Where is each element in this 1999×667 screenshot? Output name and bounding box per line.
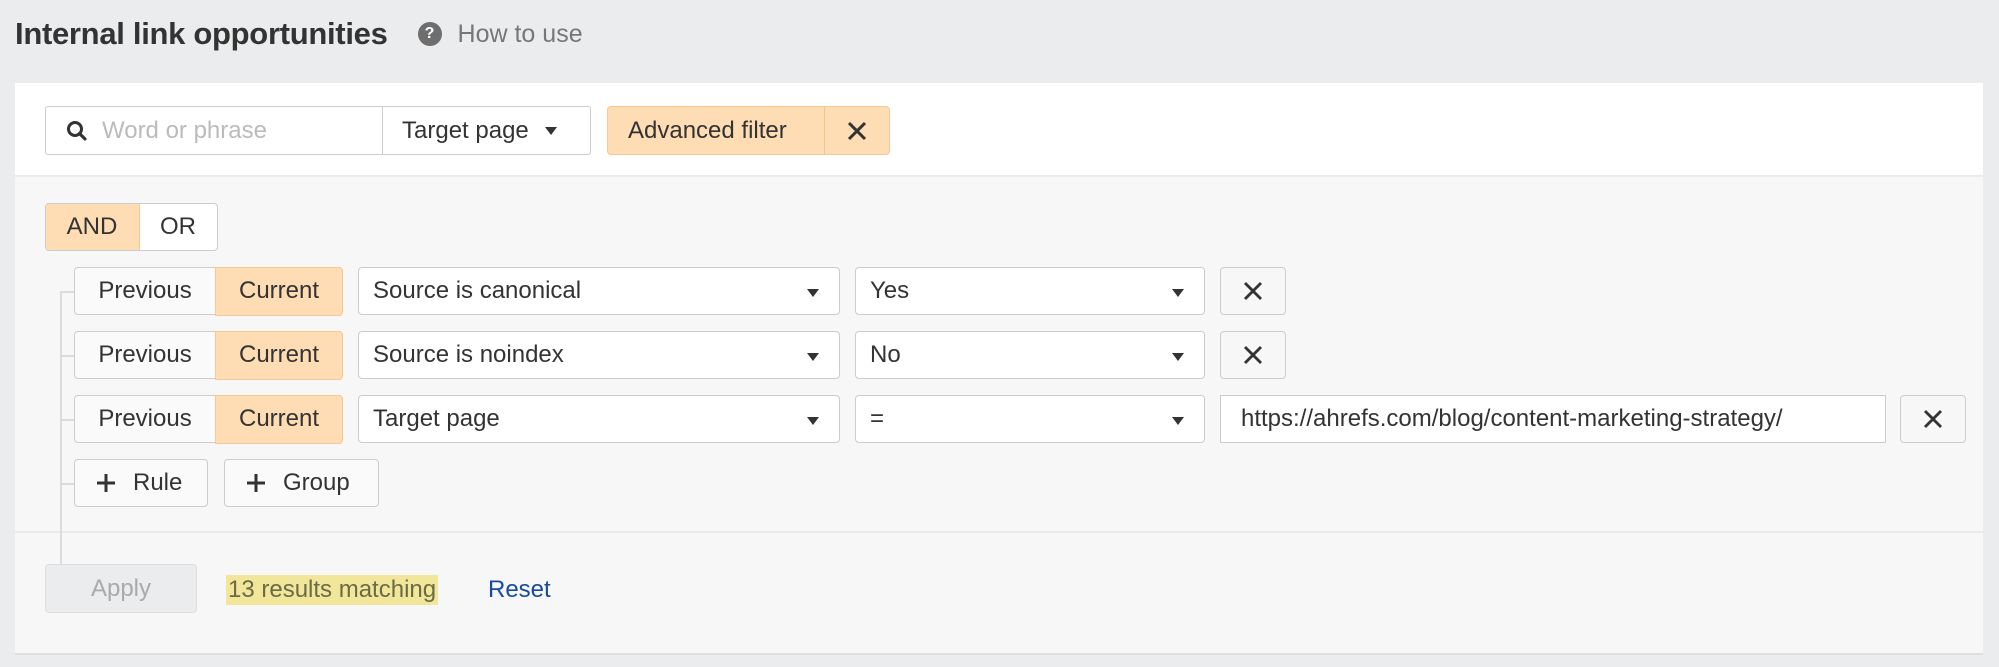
close-icon xyxy=(1244,346,1262,364)
period-current-option[interactable]: Current xyxy=(215,266,343,316)
period-toggle: Previous Current xyxy=(74,266,343,316)
rule-operator-select[interactable]: No xyxy=(855,331,1205,379)
how-to-use-label: How to use xyxy=(457,19,583,48)
search-group: Target page xyxy=(45,106,591,155)
how-to-use-link[interactable]: ? How to use xyxy=(417,19,583,49)
caret-down-icon xyxy=(807,289,819,297)
rule-field-value: Target page xyxy=(373,405,500,432)
period-toggle: Previous Current xyxy=(74,394,343,444)
close-icon xyxy=(847,121,867,140)
caret-down-icon xyxy=(1172,417,1184,425)
period-current-option[interactable]: Current xyxy=(215,394,343,444)
caret-down-icon xyxy=(544,126,557,135)
rule-operator-value: Yes xyxy=(870,277,910,304)
rule-operator-value: No xyxy=(870,341,901,368)
filter-toolbar: Target page Advanced filter xyxy=(15,83,1983,177)
filter-panel: Target page Advanced filter AND OR Previ… xyxy=(15,83,1983,653)
tree-connector xyxy=(60,419,74,421)
search-field[interactable] xyxy=(45,106,383,155)
remove-rule-button[interactable] xyxy=(1900,395,1966,443)
page-title: Internal link opportunities xyxy=(15,16,388,51)
rule-field-select[interactable]: Target page xyxy=(358,395,840,443)
caret-down-icon xyxy=(1172,289,1184,297)
filter-footer: Apply 13 results matching Reset xyxy=(15,533,1983,649)
search-icon xyxy=(67,120,87,141)
tree-connector xyxy=(60,355,74,357)
add-group-button[interactable]: Group xyxy=(224,459,379,507)
advanced-filter-button[interactable]: Advanced filter xyxy=(608,107,825,154)
rule-field-value: Source is canonical xyxy=(373,277,582,304)
period-toggle: Previous Current xyxy=(74,330,343,380)
rule-value-input[interactable] xyxy=(1220,395,1886,443)
close-icon xyxy=(1244,282,1262,300)
logic-and-option[interactable]: AND xyxy=(45,204,140,250)
caret-down-icon xyxy=(807,353,819,361)
logic-or-option[interactable]: OR xyxy=(140,204,217,250)
question-circle-icon: ? xyxy=(417,22,442,46)
caret-down-icon xyxy=(1172,353,1184,361)
close-icon xyxy=(1924,410,1942,428)
rule-operator-select[interactable]: Yes xyxy=(855,267,1205,315)
apply-button[interactable]: Apply xyxy=(45,564,197,613)
search-input[interactable] xyxy=(102,116,362,145)
scope-select[interactable]: Target page xyxy=(383,106,591,155)
filter-builder: AND OR Previous Current Source is canoni… xyxy=(15,177,1983,572)
rule-field-select[interactable]: Source is noindex xyxy=(358,331,840,379)
period-previous-option[interactable]: Previous xyxy=(75,332,215,378)
rule-operator-select[interactable]: = xyxy=(855,395,1205,443)
advanced-filter-chip: Advanced filter xyxy=(607,106,890,155)
scope-select-value: Target page xyxy=(402,116,529,144)
plus-icon xyxy=(247,474,265,492)
rule-field-select[interactable]: Source is canonical xyxy=(358,267,840,315)
page-header: Internal link opportunities ? How to use xyxy=(15,14,583,54)
rule-operator-value: = xyxy=(870,405,885,432)
tree-connector xyxy=(60,291,74,293)
reset-link[interactable]: Reset xyxy=(488,575,551,605)
advanced-filter-close-button[interactable] xyxy=(825,107,889,154)
add-rule-button[interactable]: Rule xyxy=(74,459,208,507)
caret-down-icon xyxy=(807,417,819,425)
add-group-label: Group xyxy=(283,469,350,496)
period-current-option[interactable]: Current xyxy=(215,330,343,380)
remove-rule-button[interactable] xyxy=(1220,331,1286,379)
tree-connector xyxy=(60,292,62,572)
period-previous-option[interactable]: Previous xyxy=(75,268,215,314)
period-previous-option[interactable]: Previous xyxy=(75,396,215,442)
results-count: 13 results matching xyxy=(226,575,439,605)
tree-connector xyxy=(60,483,74,485)
add-rule-label: Rule xyxy=(133,469,183,496)
remove-rule-button[interactable] xyxy=(1220,267,1286,315)
rule-field-value: Source is noindex xyxy=(373,341,564,368)
plus-icon xyxy=(97,474,115,492)
logic-toggle: AND OR xyxy=(45,203,218,251)
